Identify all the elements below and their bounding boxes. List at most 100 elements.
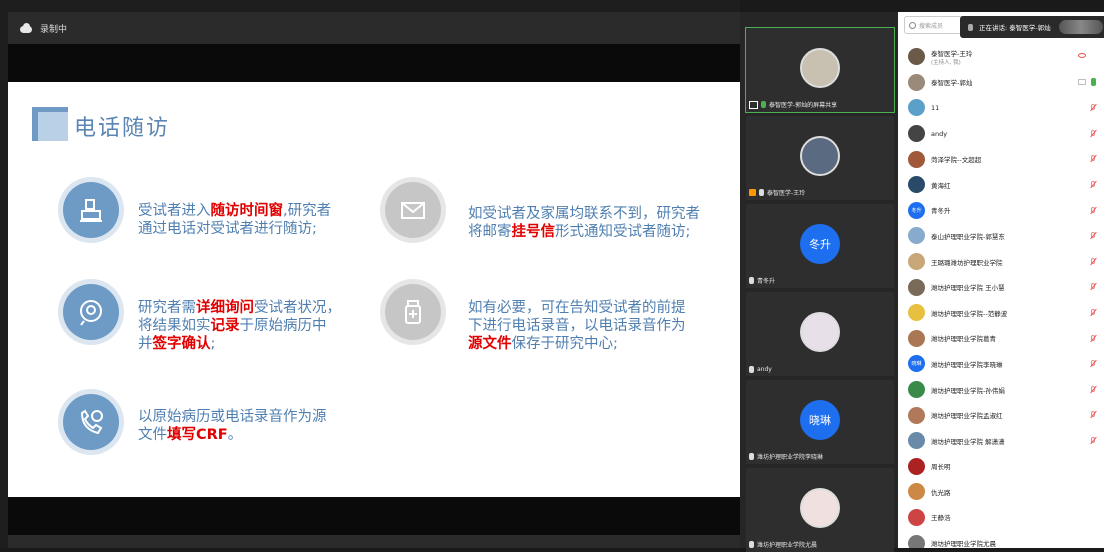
mic-icon (968, 23, 973, 31)
member-name-text: 潍坊护理职业学院--范静波 (931, 309, 1008, 318)
member-name-text: 潍坊护理职业学院李晓琳 (931, 360, 1003, 369)
member-row[interactable]: 11 (898, 95, 1104, 121)
mic-muted-icon[interactable] (1090, 360, 1096, 368)
member-row[interactable]: 潍坊护理职业学院葛青 (898, 326, 1104, 352)
medicine-bottle-icon (380, 279, 446, 345)
mic-muted-icon[interactable] (1090, 155, 1096, 163)
member-avatar (908, 457, 925, 475)
tile-label: andy (749, 366, 772, 373)
member-avatar (908, 150, 925, 168)
slide-item-text: 如有必要，可在告知受试者的前提 下进行电话录音，以电话录音作为 源文件保存于研究中心… (468, 299, 686, 353)
phone-medical-icon (58, 389, 124, 455)
member-avatar (908, 304, 925, 322)
member-row[interactable]: 菏泽学院--文超超 (898, 146, 1104, 172)
member-row[interactable]: 潍坊护理职业学院--范静波 (898, 300, 1104, 326)
mic-muted-icon[interactable] (1090, 308, 1096, 317)
member-row[interactable]: 晓琳 潍坊护理职业学院李晓琳 (898, 351, 1104, 377)
member-name: 王璐璐潍坊护理职业学院 (931, 257, 1003, 267)
mic-muted-icon[interactable] (1090, 334, 1096, 343)
mic-off-icon (749, 453, 754, 460)
mic-muted-icon[interactable] (1090, 385, 1096, 394)
patient-bed-icon (58, 177, 124, 243)
highlight-text: 记录 (210, 318, 240, 334)
camera-icon[interactable] (1078, 78, 1086, 85)
member-avatar (908, 99, 925, 117)
member-row[interactable]: 潍坊护理职业学院 解潇潇 (898, 428, 1104, 454)
member-row[interactable]: 潍坊护理职业学院尤晨 (898, 530, 1104, 548)
member-avatar (908, 432, 925, 450)
member-avatar (908, 227, 925, 245)
video-tile[interactable]: 冬升 青冬升 (746, 204, 894, 288)
member-avatar (908, 508, 925, 526)
member-row[interactable]: 黄海红 (898, 172, 1104, 198)
mic-muted-icon[interactable] (1090, 206, 1096, 215)
mic-muted-icon[interactable] (1090, 257, 1096, 266)
mic-muted-icon[interactable] (1090, 436, 1096, 445)
member-name-text: 王璐璐潍坊护理职业学院 (931, 258, 1003, 267)
member-name-text: 王静浩 (931, 514, 951, 523)
mic-muted-icon[interactable] (1090, 411, 1096, 419)
video-tile[interactable]: 泰智医学-郭灿的屏幕共享 (745, 27, 895, 113)
member-role: (主持人, 我) (931, 59, 961, 66)
mic-on-icon (761, 101, 766, 108)
mail-envelope-icon (380, 177, 446, 243)
mic-muted-icon[interactable] (1090, 283, 1096, 291)
stage-footer (8, 535, 740, 548)
text-avatar: 晓琳 (800, 400, 840, 440)
photo-avatar (800, 136, 840, 176)
video-tile[interactable]: 晓琳潍坊护理职业学院李晓琳 (746, 380, 894, 464)
member-row[interactable]: 仇光路 (898, 479, 1104, 505)
member-name: 潍坊护理职业学院孟淑红 (931, 410, 1003, 420)
mic-active-icon[interactable] (1091, 77, 1096, 86)
video-tile[interactable]: 泰智医学-王玲 (746, 116, 894, 200)
photo-avatar (800, 48, 840, 88)
mic-off-icon (759, 189, 764, 196)
photo-avatar (800, 312, 840, 352)
member-row[interactable]: 冬升 青冬升 (898, 198, 1104, 224)
member-row[interactable]: 潍坊护理职业学院孟淑红 (898, 402, 1104, 428)
video-tiles-column: 泰智医学-郭灿的屏幕共享 泰智医学-王玲 冬升 青冬升 andy 晓琳潍坊护理职业学院李晓… (740, 12, 898, 552)
member-avatar: 冬升 (908, 201, 925, 219)
member-name-text: 青冬升 (931, 207, 951, 216)
member-row[interactable]: 泰智医学-郭灿 (898, 70, 1104, 96)
member-name: 泰智医学-郭灿 (931, 77, 972, 87)
member-row[interactable]: 王璐璐潍坊护理职业学院 (898, 249, 1104, 275)
member-search-input[interactable]: 搜索成员 (904, 16, 964, 34)
body-text: 将结果如实 (138, 318, 211, 334)
body-text: 文件 (138, 427, 167, 443)
video-tile[interactable]: andy (746, 292, 894, 376)
member-row[interactable]: 潍坊护理职业学院-孙伟娟 (898, 377, 1104, 403)
mic-muted-icon[interactable] (1090, 129, 1096, 138)
member-row[interactable]: 周长明 (898, 454, 1104, 480)
speaker-avatar-blur (1058, 20, 1103, 34)
body-text: 如有必要，可在告知受试者的前提 (468, 300, 686, 316)
view-icon[interactable] (1078, 53, 1086, 58)
member-name-text: 潍坊护理职业学院葛青 (931, 335, 996, 344)
body-text: 如受试者及家属均联系不到，研究者 (468, 206, 700, 222)
tile-name: 潍坊护理职业学院李晓琳 (757, 454, 824, 461)
member-name-text: 周长明 (931, 463, 951, 472)
mic-muted-icon[interactable] (1090, 232, 1096, 240)
member-name: 黄海红 (931, 180, 951, 190)
body-text: 通过电话对受试者进行随访; (138, 221, 317, 237)
mic-muted-icon[interactable] (1090, 180, 1096, 189)
highlight-text: 填写CRF (167, 427, 228, 443)
video-tile[interactable]: 潍坊护理职业学院尤晨 (746, 468, 894, 552)
member-row[interactable]: 王静浩 (898, 505, 1104, 531)
recording-bar[interactable]: 录制中 (8, 12, 740, 44)
member-avatar: 晓琳 (908, 355, 925, 373)
member-name: 王静浩 (931, 512, 951, 522)
mic-muted-icon[interactable] (1090, 104, 1096, 112)
cloud-record-icon (18, 23, 34, 33)
member-row[interactable]: andy (898, 121, 1104, 147)
member-row[interactable]: 泰山护理职业学院-郭慧东 (898, 223, 1104, 249)
members-panel: 搜索成员 正在讲话: 泰智医学-郭灿 泰智医学-王玲 (主持人, 我) 泰智医学-郭… (898, 12, 1104, 548)
member-name: 潍坊护理职业学院葛青 (931, 333, 996, 343)
member-row[interactable]: 泰智医学-王玲 (主持人, 我) (898, 44, 1104, 70)
member-avatar (908, 176, 925, 194)
member-name-text: 潍坊护理职业学院孟淑红 (931, 412, 1003, 421)
member-name-text: 泰智医学-郭灿 (931, 79, 973, 88)
highlight-text: 详细询问 (196, 300, 254, 316)
search-icon (909, 21, 916, 29)
member-row[interactable]: 潍坊护理职业学院 王小慧 (898, 274, 1104, 300)
